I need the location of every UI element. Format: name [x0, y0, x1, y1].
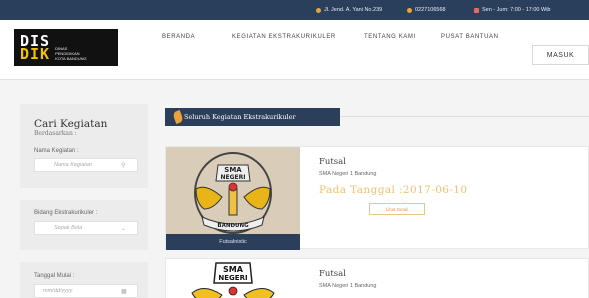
- emblem-text-mid: NEGERI: [221, 174, 246, 181]
- calendar-icon: ▦: [121, 289, 127, 295]
- field-filter-value: Sepak Bola: [54, 225, 83, 231]
- section-divider-line: [340, 116, 589, 117]
- disdik-logo[interactable]: DIS DIK Dinas Pendidikan Kota Bandung: [14, 29, 118, 66]
- address-item: Jl. Jend. A. Yani No.239: [316, 7, 382, 13]
- card-school: SMA Negeri 1 Bandung: [319, 171, 377, 177]
- sidebar-title: Cari Kegiatan: [34, 118, 108, 130]
- logo-mark-bottom: DIK: [20, 44, 51, 63]
- sidebar-subtitle: Berdasarkan :: [34, 130, 77, 137]
- name-filter-label: Nama Kegiatan :: [34, 148, 79, 154]
- view-detail-button[interactable]: Lihat Detail: [369, 203, 425, 215]
- field-filter-select[interactable]: Sepak Bola ⌄: [34, 221, 138, 235]
- search-sidebar: Cari Kegiatan Berdasarkan : Nama Kegiata…: [20, 104, 148, 298]
- hours-text: Sen - Jum: 7:00 - 17:00 Wib: [482, 7, 551, 13]
- nav-kegiatan-ekstrakurikuler[interactable]: KEGIATAN EKSTRAKURIKULER: [232, 34, 336, 40]
- phone-item: 0227106568: [407, 7, 446, 13]
- chevron-down-icon: ⌄: [121, 226, 127, 232]
- nav-tentang-kami[interactable]: TENTANG KAMI: [364, 34, 416, 40]
- section-header: Seluruh Kegiatan Ekstrakurikuler: [165, 108, 340, 126]
- page: Jl. Jend. A. Yani No.239 0227106568 Sen …: [0, 0, 589, 298]
- nav-pusat-bantuan[interactable]: PUSAT BANTUAN: [441, 34, 499, 40]
- logo-mark: DIS DIK: [20, 33, 51, 63]
- card-date: Pada Tanggal :2017-06-10: [319, 184, 468, 196]
- card-title[interactable]: Futsal: [319, 269, 346, 279]
- phone-text: 0227106568: [415, 7, 446, 13]
- calendar-icon: [474, 7, 479, 13]
- logo-text: Dinas Pendidikan Kota Bandung: [55, 46, 87, 61]
- login-button[interactable]: MASUK: [532, 45, 589, 65]
- emblem-text-top: SMA: [224, 166, 242, 174]
- emblem-text-mid: NEGERI: [218, 274, 247, 282]
- school-emblem: SMA NEGERI BANDUNG: [166, 147, 300, 234]
- emblem-text-bottom: BANDUNG: [217, 223, 249, 229]
- date-filter-label: Tanggal Mulai :: [34, 273, 75, 279]
- leaf-icon: [172, 109, 184, 125]
- sidebar-divider: [20, 250, 148, 262]
- sidebar-divider: [20, 188, 148, 200]
- section-title: Seluruh Kegiatan Ekstrakurikuler: [184, 113, 296, 121]
- phone-icon: [407, 7, 412, 13]
- card-category-badge: Futsalnistic: [166, 234, 300, 250]
- map-pin-icon: [316, 7, 321, 13]
- activity-card: SMA NEGERI BANDUNG Futsalnistic Futsal S…: [165, 146, 589, 250]
- hours-item: Sen - Jum: 7:00 - 17:00 Wib: [474, 7, 550, 13]
- nav-beranda[interactable]: BERANDA: [162, 34, 195, 40]
- activity-card: SMA NEGERI Futsal SMA Negeri 1 Bandung: [165, 258, 589, 298]
- name-filter-placeholder: Nama Kegiatan: [54, 162, 92, 168]
- top-info-bar: Jl. Jend. A. Yani No.239 0227106568 Sen …: [0, 0, 589, 20]
- card-thumbnail[interactable]: SMA NEGERI BANDUNG Futsalnistic: [166, 147, 300, 250]
- school-emblem: SMA NEGERI: [191, 262, 275, 298]
- site-header: DIS DIK Dinas Pendidikan Kota Bandung BE…: [0, 20, 589, 80]
- date-filter-placeholder: mm/dd/yyyy: [43, 288, 73, 294]
- logo-text-line: Kota Bandung: [55, 56, 87, 61]
- name-filter-input[interactable]: Nama Kegiatan ⚲: [34, 158, 138, 172]
- date-filter-input[interactable]: mm/dd/yyyy ▦: [34, 284, 138, 298]
- card-thumbnail[interactable]: SMA NEGERI: [166, 259, 300, 298]
- card-title[interactable]: Futsal: [319, 157, 346, 167]
- search-icon: ⚲: [121, 163, 126, 169]
- field-filter-label: Bidang Ekstrakurikuler :: [34, 210, 98, 216]
- emblem-text-top: SMA: [223, 265, 244, 274]
- address-text: Jl. Jend. A. Yani No.239: [324, 7, 383, 13]
- card-school: SMA Negeri 1 Bandung: [319, 283, 377, 289]
